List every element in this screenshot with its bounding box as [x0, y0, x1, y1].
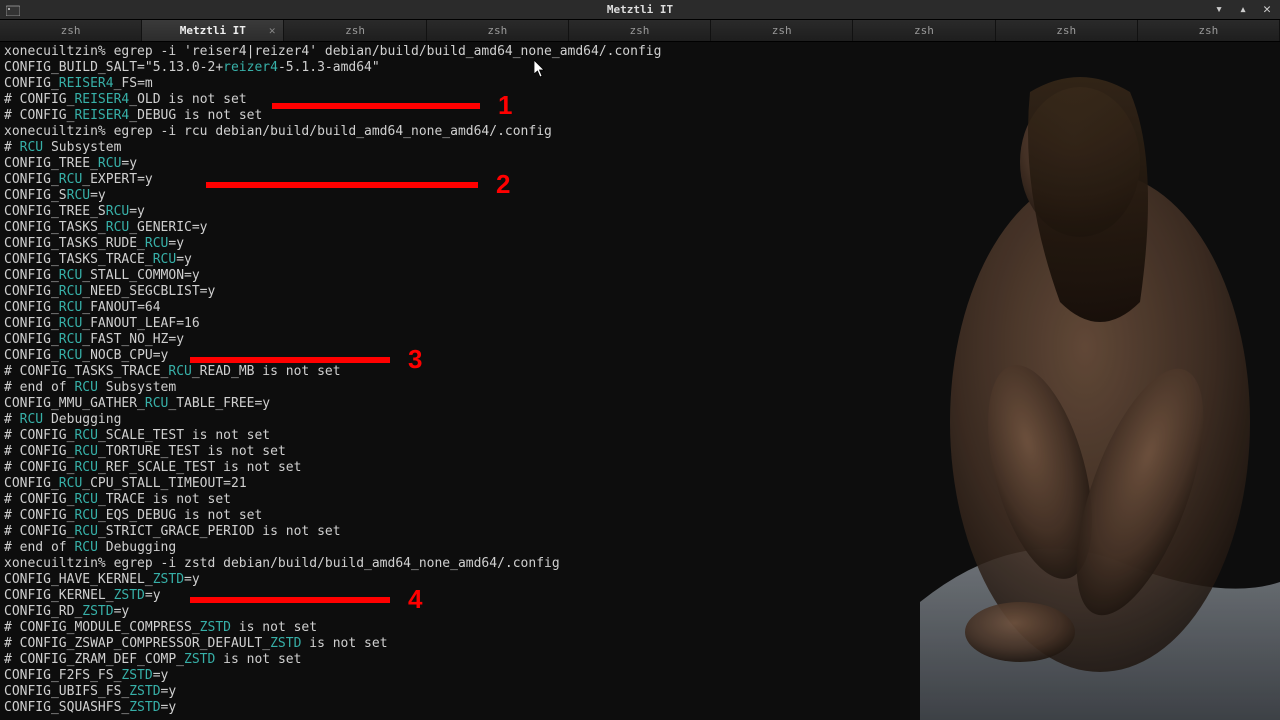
- terminal-line: CONFIG_MMU_GATHER_RCU_TABLE_FREE=y: [4, 396, 1276, 412]
- tab-label: zsh: [630, 24, 650, 37]
- terminal-line: CONFIG_RD_ZSTD=y: [4, 604, 1276, 620]
- terminal-line: # CONFIG_REISER4_DEBUG is not set: [4, 108, 1276, 124]
- close-icon[interactable]: ✕: [1260, 3, 1274, 17]
- terminal-line: CONFIG_HAVE_KERNEL_ZSTD=y: [4, 572, 1276, 588]
- terminal-line: # CONFIG_ZRAM_DEF_COMP_ZSTD is not set: [4, 652, 1276, 668]
- terminal-line: CONFIG_RCU_FAST_NO_HZ=y: [4, 332, 1276, 348]
- titlebar: Metztli IT ▾ ▴ ✕: [0, 0, 1280, 20]
- terminal-line: xonecuiltzin% egrep -i zstd debian/build…: [4, 556, 1276, 572]
- tab-8[interactable]: zsh: [1138, 20, 1280, 41]
- tab-label: zsh: [61, 24, 81, 37]
- minimize-icon[interactable]: ▾: [1212, 3, 1226, 17]
- terminal-line: CONFIG_RCU_NEED_SEGCBLIST=y: [4, 284, 1276, 300]
- terminal-line: CONFIG_RCU_EXPERT=y: [4, 172, 1276, 188]
- terminal-line: # end of RCU Subsystem: [4, 380, 1276, 396]
- tab-label: zsh: [1198, 24, 1218, 37]
- terminal-line: # RCU Debugging: [4, 412, 1276, 428]
- window-controls: ▾ ▴ ✕: [1212, 3, 1274, 17]
- maximize-icon[interactable]: ▴: [1236, 3, 1250, 17]
- terminal-line: # CONFIG_RCU_EQS_DEBUG is not set: [4, 508, 1276, 524]
- terminal-line: CONFIG_KERNEL_ZSTD=y: [4, 588, 1276, 604]
- terminal-line: CONFIG_BUILD_SALT="5.13.0-2+reizer4-5.1.…: [4, 60, 1276, 76]
- terminal-line: # CONFIG_ZSWAP_COMPRESSOR_DEFAULT_ZSTD i…: [4, 636, 1276, 652]
- tab-2[interactable]: zsh: [284, 20, 426, 41]
- tab-4[interactable]: zsh: [569, 20, 711, 41]
- tab-label: Metztli IT: [180, 24, 246, 37]
- terminal-window: Metztli IT ▾ ▴ ✕ zshMetztli IT✕zshzshzsh…: [0, 0, 1280, 720]
- terminal-line: CONFIG_F2FS_FS_ZSTD=y: [4, 668, 1276, 684]
- terminal-line: CONFIG_RCU_CPU_STALL_TIMEOUT=21: [4, 476, 1276, 492]
- tab-7[interactable]: zsh: [996, 20, 1138, 41]
- terminal-body[interactable]: xonecuiltzin% egrep -i 'reiser4|reizer4'…: [0, 42, 1280, 720]
- tab-1[interactable]: Metztli IT ✕: [142, 20, 284, 41]
- terminal-line: # CONFIG_RCU_TORTURE_TEST is not set: [4, 444, 1276, 460]
- terminal-line: CONFIG_TASKS_RUDE_RCU=y: [4, 236, 1276, 252]
- terminal-line: # CONFIG_RCU_TRACE is not set: [4, 492, 1276, 508]
- tab-5[interactable]: zsh: [711, 20, 853, 41]
- app-icon: [6, 4, 20, 16]
- terminal-line: # end of RCU Debugging: [4, 540, 1276, 556]
- tab-label: zsh: [772, 24, 792, 37]
- tab-3[interactable]: zsh: [427, 20, 569, 41]
- terminal-line: CONFIG_REISER4_FS=m: [4, 76, 1276, 92]
- terminal-line: CONFIG_TREE_SRCU=y: [4, 204, 1276, 220]
- terminal-line: # RCU Subsystem: [4, 140, 1276, 156]
- tab-0[interactable]: zsh: [0, 20, 142, 41]
- terminal-line: CONFIG_TASKS_TRACE_RCU=y: [4, 252, 1276, 268]
- terminal-line: # CONFIG_RCU_REF_SCALE_TEST is not set: [4, 460, 1276, 476]
- tab-label: zsh: [487, 24, 507, 37]
- terminal-line: CONFIG_RCU_FANOUT_LEAF=16: [4, 316, 1276, 332]
- terminal-line: CONFIG_RCU_NOCB_CPU=y: [4, 348, 1276, 364]
- tab-close-icon[interactable]: ✕: [269, 24, 276, 37]
- terminal-line: CONFIG_RCU_STALL_COMMON=y: [4, 268, 1276, 284]
- tab-bar: zsh Metztli IT ✕ zsh zsh zsh zsh zsh zsh zsh: [0, 20, 1280, 42]
- terminal-line: # CONFIG_TASKS_TRACE_RCU_READ_MB is not …: [4, 364, 1276, 380]
- terminal-output: xonecuiltzin% egrep -i 'reiser4|reizer4'…: [4, 44, 1276, 716]
- terminal-line: CONFIG_SRCU=y: [4, 188, 1276, 204]
- tab-label: zsh: [345, 24, 365, 37]
- tab-label: zsh: [1056, 24, 1076, 37]
- terminal-line: # CONFIG_MODULE_COMPRESS_ZSTD is not set: [4, 620, 1276, 636]
- terminal-line: xonecuiltzin% egrep -i rcu debian/build/…: [4, 124, 1276, 140]
- terminal-line: CONFIG_UBIFS_FS_ZSTD=y: [4, 684, 1276, 700]
- terminal-line: # CONFIG_RCU_SCALE_TEST is not set: [4, 428, 1276, 444]
- terminal-line: xonecuiltzin% egrep -i 'reiser4|reizer4'…: [4, 44, 1276, 60]
- window-title: Metztli IT: [0, 3, 1280, 16]
- terminal-line: CONFIG_SQUASHFS_ZSTD=y: [4, 700, 1276, 716]
- terminal-line: # CONFIG_RCU_STRICT_GRACE_PERIOD is not …: [4, 524, 1276, 540]
- tab-label: zsh: [914, 24, 934, 37]
- terminal-line: CONFIG_RCU_FANOUT=64: [4, 300, 1276, 316]
- terminal-line: CONFIG_TASKS_RCU_GENERIC=y: [4, 220, 1276, 236]
- terminal-line: # CONFIG_REISER4_OLD is not set: [4, 92, 1276, 108]
- terminal-line: CONFIG_TREE_RCU=y: [4, 156, 1276, 172]
- tab-6[interactable]: zsh: [853, 20, 995, 41]
